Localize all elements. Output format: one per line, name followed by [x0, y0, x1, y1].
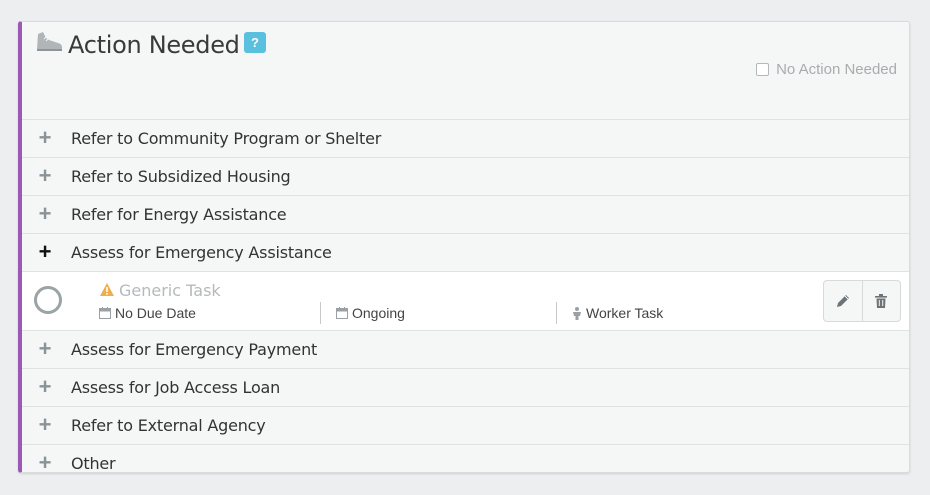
task-row: Generic Task No Due Date Ongoing Worker … — [22, 271, 909, 330]
list-item-label: Refer to Community Program or Shelter — [71, 129, 382, 148]
panel-header: Action Needed ? No Action Needed — [22, 22, 909, 119]
help-button[interactable]: ? — [244, 32, 266, 53]
task-name[interactable]: Generic Task — [119, 281, 221, 300]
list-item-other[interactable]: + Other — [22, 444, 909, 473]
list-item-label: Assess for Job Access Loan — [71, 378, 281, 397]
list-item-label: Assess for Emergency Assistance — [71, 243, 332, 262]
task-due-date: No Due Date — [99, 305, 196, 321]
calendar-icon — [99, 307, 111, 319]
list-item-label: Other — [71, 454, 116, 473]
list-item-refer-subsidized-housing[interactable]: + Refer to Subsidized Housing — [22, 157, 909, 195]
list-item-refer-external-agency[interactable]: + Refer to External Agency — [22, 406, 909, 444]
plus-icon[interactable]: + — [36, 203, 54, 225]
list-item-refer-community[interactable]: + Refer to Community Program or Shelter — [22, 119, 909, 157]
page-title: Action Needed — [68, 31, 240, 59]
task-type-label: Worker Task — [586, 305, 664, 321]
list-item-label: Refer to Subsidized Housing — [71, 167, 291, 186]
action-needed-panel: Action Needed ? No Action Needed + Refer… — [18, 21, 910, 473]
list-item-label: Refer for Energy Assistance — [71, 205, 287, 224]
task-actions — [823, 280, 901, 322]
trash-icon — [875, 294, 888, 308]
task-due-label: No Due Date — [115, 305, 196, 321]
delete-button[interactable] — [861, 281, 901, 321]
plus-icon[interactable]: + — [36, 376, 54, 398]
plus-icon[interactable]: + — [36, 338, 54, 360]
task-recurrence-label: Ongoing — [352, 305, 405, 321]
plus-icon[interactable]: + — [36, 127, 54, 149]
warning-icon — [100, 283, 114, 296]
task-complete-toggle[interactable] — [34, 286, 62, 314]
edit-button[interactable] — [824, 281, 862, 321]
task-recurrence: Ongoing — [336, 305, 405, 321]
no-action-needed-checkbox[interactable]: No Action Needed — [756, 61, 897, 78]
plus-icon[interactable]: + — [36, 414, 54, 436]
plus-icon[interactable]: + — [36, 241, 54, 263]
list-item-assess-emergency-assistance[interactable]: + Assess for Emergency Assistance — [22, 233, 909, 271]
divider — [556, 302, 557, 324]
divider — [320, 302, 321, 324]
list-item-label: Refer to External Agency — [71, 416, 266, 435]
checkbox-box[interactable] — [756, 63, 770, 76]
plus-icon[interactable]: + — [36, 165, 54, 187]
list-item-assess-emergency-payment[interactable]: + Assess for Emergency Payment — [22, 330, 909, 368]
worker-icon — [573, 306, 581, 320]
pencil-icon — [836, 295, 849, 307]
no-action-needed-label: No Action Needed — [776, 61, 897, 78]
task-type: Worker Task — [572, 305, 663, 321]
calendar-icon — [336, 307, 348, 319]
list-item-refer-energy[interactable]: + Refer for Energy Assistance — [22, 195, 909, 233]
list-item-label: Assess for Emergency Payment — [71, 340, 318, 359]
plus-icon[interactable]: + — [36, 452, 54, 473]
shoe-icon — [37, 32, 62, 51]
list-item-assess-job-access-loan[interactable]: + Assess for Job Access Loan — [22, 368, 909, 406]
